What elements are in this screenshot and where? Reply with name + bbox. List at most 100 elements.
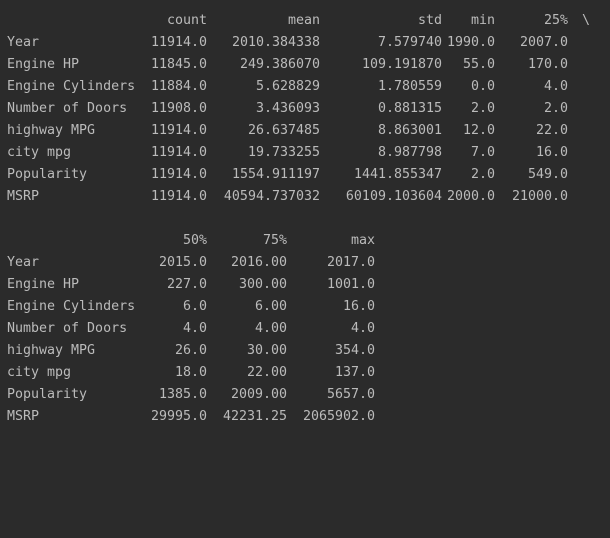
row-label: highway MPG	[7, 343, 96, 358]
cell-mean: 2010.384338	[231, 35, 320, 50]
cell-75pct: 30.00	[246, 343, 287, 358]
cell-count: 11914.0	[150, 123, 207, 138]
cell-75pct: 42231.25	[222, 409, 287, 424]
cell-mean: 5.628829	[255, 79, 320, 94]
cell-max: 5657.0	[326, 387, 375, 402]
cell-25pct: 549.0	[527, 167, 568, 182]
cell-25pct: 2007.0	[519, 35, 568, 50]
cell-count: 11845.0	[150, 57, 207, 72]
table-row: Popularity 1385.0 2009.00 5657.0	[7, 384, 607, 406]
table-row: Engine HP 11845.0 249.386070 109.191870 …	[7, 54, 607, 76]
table-row: Year 2015.0 2016.00 2017.0	[7, 252, 607, 274]
cell-std: 8.863001	[377, 123, 442, 138]
cell-std: 8.987798	[377, 145, 442, 160]
cell-std: 60109.103604	[345, 189, 442, 204]
cell-50pct: 227.0	[166, 277, 207, 292]
cell-min: 55.0	[462, 57, 495, 72]
cell-max: 1001.0	[326, 277, 375, 292]
cell-50pct: 6.0	[182, 299, 207, 314]
cell-25pct: 170.0	[527, 57, 568, 72]
table-row: city mpg 11914.0 19.733255 8.987798 7.0 …	[7, 142, 607, 164]
cell-75pct: 2009.00	[230, 387, 287, 402]
cell-25pct: 4.0	[543, 79, 568, 94]
cell-min: 12.0	[462, 123, 495, 138]
cell-min: 2.0	[470, 101, 495, 116]
cell-std: 0.881315	[377, 101, 442, 116]
table-row: highway MPG 11914.0 26.637485 8.863001 1…	[7, 120, 607, 142]
table2-header-row: 50% 75% max	[7, 230, 607, 252]
table-row: Engine HP 227.0 300.00 1001.0	[7, 274, 607, 296]
cell-min: 7.0	[470, 145, 495, 160]
cell-25pct: 22.0	[535, 123, 568, 138]
cell-std: 1441.855347	[353, 167, 442, 182]
table-row: Year 11914.0 2010.384338 7.579740 1990.0…	[7, 32, 607, 54]
cell-50pct: 1385.0	[158, 387, 207, 402]
cell-std: 7.579740	[377, 35, 442, 50]
table-row: Engine Cylinders 11884.0 5.628829 1.7805…	[7, 76, 607, 98]
cell-count: 11914.0	[150, 145, 207, 160]
row-label: Engine Cylinders	[7, 79, 136, 94]
table1-header-count: count	[166, 13, 207, 28]
cell-count: 11914.0	[150, 189, 207, 204]
table2-header-max: max	[350, 233, 375, 248]
cell-count: 11914.0	[150, 35, 207, 50]
cell-max: 16.0	[342, 299, 375, 314]
line-continuation-marker: \	[582, 13, 591, 28]
table1-header-min: min	[470, 13, 495, 28]
row-label: Year	[7, 35, 40, 50]
cell-count: 11908.0	[150, 101, 207, 116]
cell-max: 354.0	[334, 343, 375, 358]
cell-min: 1990.0	[446, 35, 495, 50]
table1-header-row: count mean std min 25% \	[7, 10, 607, 32]
cell-mean: 249.386070	[239, 57, 320, 72]
table1-header-25pct: 25%	[543, 13, 568, 28]
cell-25pct: 21000.0	[511, 189, 568, 204]
row-label: MSRP	[7, 189, 40, 204]
cell-max: 2065902.0	[302, 409, 375, 424]
cell-min: 2000.0	[446, 189, 495, 204]
row-label: highway MPG	[7, 123, 96, 138]
cell-max: 137.0	[334, 365, 375, 380]
row-label: Popularity	[7, 167, 88, 182]
table-row: Number of Doors 4.0 4.00 4.0	[7, 318, 607, 340]
cell-min: 2.0	[470, 167, 495, 182]
table-row: MSRP 11914.0 40594.737032 60109.103604 2…	[7, 186, 607, 208]
row-label: MSRP	[7, 409, 40, 424]
table-row: city mpg 18.0 22.00 137.0	[7, 362, 607, 384]
cell-mean: 19.733255	[247, 145, 320, 160]
cell-mean: 3.436093	[255, 101, 320, 116]
table2-header-50pct: 50%	[182, 233, 207, 248]
cell-75pct: 22.00	[246, 365, 287, 380]
cell-min: 0.0	[470, 79, 495, 94]
row-label: Engine HP	[7, 57, 80, 72]
cell-50pct: 2015.0	[158, 255, 207, 270]
cell-25pct: 16.0	[535, 145, 568, 160]
cell-mean: 26.637485	[247, 123, 320, 138]
cell-mean: 1554.911197	[231, 167, 320, 182]
cell-50pct: 4.0	[182, 321, 207, 336]
table-row: Number of Doors 11908.0 3.436093 0.88131…	[7, 98, 607, 120]
table2-header-75pct: 75%	[262, 233, 287, 248]
cell-50pct: 18.0	[174, 365, 207, 380]
row-label: Popularity	[7, 387, 88, 402]
cell-max: 2017.0	[326, 255, 375, 270]
table1-header-std: std	[417, 13, 442, 28]
cell-50pct: 26.0	[174, 343, 207, 358]
cell-75pct: 4.00	[254, 321, 287, 336]
cell-count: 11884.0	[150, 79, 207, 94]
row-label: city mpg	[7, 365, 72, 380]
row-label: Year	[7, 255, 40, 270]
table1-header-mean: mean	[287, 13, 320, 28]
cell-50pct: 29995.0	[150, 409, 207, 424]
console-output: count mean std min 25% \ Year 11914.0 20…	[7, 10, 607, 428]
row-label: Engine HP	[7, 277, 80, 292]
row-label: city mpg	[7, 145, 72, 160]
row-label: Engine Cylinders	[7, 299, 136, 314]
cell-std: 109.191870	[361, 57, 442, 72]
table-row: Engine Cylinders 6.0 6.00 16.0	[7, 296, 607, 318]
cell-mean: 40594.737032	[223, 189, 320, 204]
cell-75pct: 300.00	[238, 277, 287, 292]
cell-25pct: 2.0	[543, 101, 568, 116]
table-row: highway MPG 26.0 30.00 354.0	[7, 340, 607, 362]
